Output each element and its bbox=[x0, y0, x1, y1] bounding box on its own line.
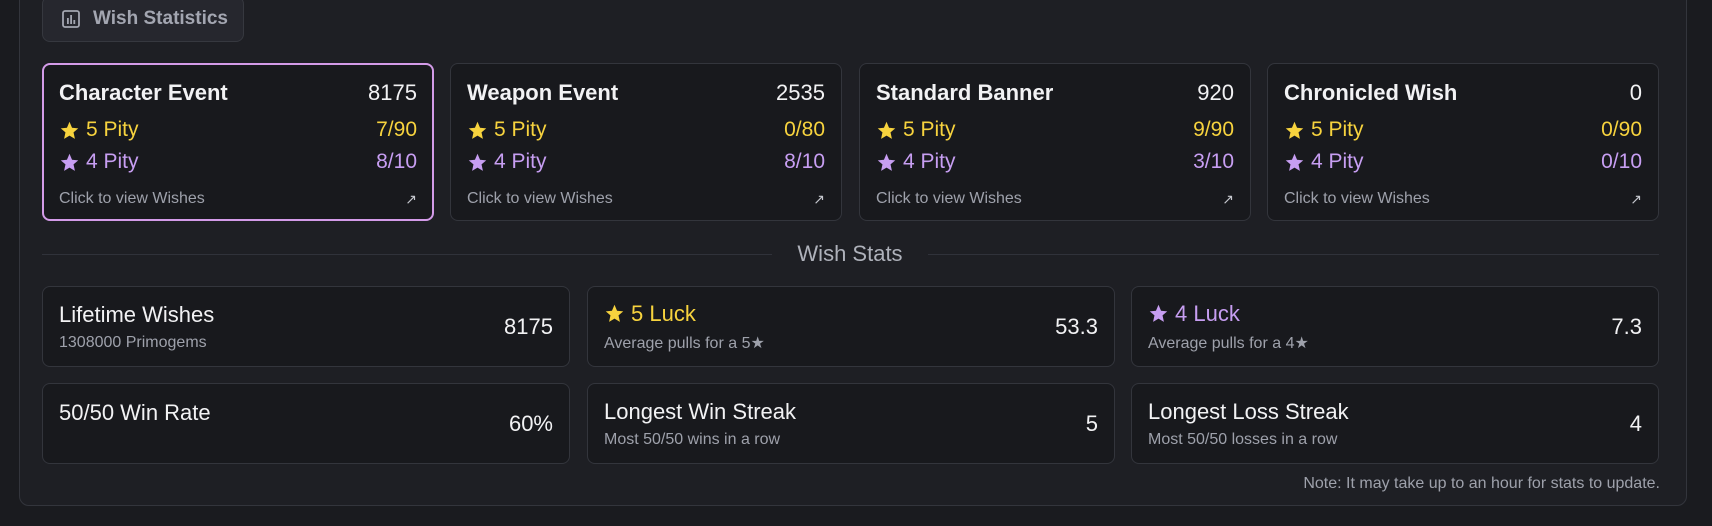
star-icon bbox=[877, 153, 896, 171]
stat-title: Lifetime Wishes bbox=[59, 301, 215, 327]
banner-wish-count: 8175 bbox=[368, 80, 417, 105]
view-wishes-link[interactable]: Click to view Wishes bbox=[59, 190, 205, 208]
stat-subtitle: 1308000 Primogems bbox=[59, 333, 207, 351]
stat-subtitle: Average pulls for a 4★ bbox=[1148, 334, 1309, 352]
pity4-value: 3/10 bbox=[1193, 150, 1234, 173]
tab-label: Wish Statistics bbox=[93, 8, 228, 29]
stat-title: 50/50 Win Rate bbox=[59, 400, 211, 425]
pity5-value: 0/80 bbox=[784, 118, 825, 141]
banner-wish-count: 0 bbox=[1629, 80, 1642, 105]
banner-title: Chronicled Wish bbox=[1284, 80, 1458, 105]
pity4-label: 4 Pity bbox=[494, 150, 547, 173]
pity5-value: 9/90 bbox=[1193, 118, 1234, 141]
update-note: Note: It may take up to an hour for stat… bbox=[1303, 475, 1660, 492]
star-icon bbox=[877, 121, 896, 139]
stat-card-lifetime-wishes: Lifetime Wishes 1308000 Primogems 8175 bbox=[42, 286, 570, 367]
stat-card-win-rate: 50/50 Win Rate 60% bbox=[42, 383, 570, 464]
arrow-up-right-icon: ↗ bbox=[405, 190, 417, 207]
star-icon bbox=[1149, 304, 1168, 322]
star-icon bbox=[468, 121, 487, 139]
stat-card-longest-loss-streak: Longest Loss Streak Most 50/50 losses in… bbox=[1131, 383, 1659, 464]
pity4-label: 4 Pity bbox=[903, 150, 956, 173]
arrow-up-right-icon: ↗ bbox=[1630, 190, 1642, 207]
stat-card-5-luck: 5 Luck Average pulls for a 5★ 53.3 bbox=[587, 286, 1115, 367]
stat-subtitle: Average pulls for a 5★ bbox=[604, 334, 765, 352]
stat-value: 5 bbox=[1085, 410, 1098, 436]
stat-subtitle: Most 50/50 losses in a row bbox=[1148, 430, 1338, 448]
banner-wish-count: 920 bbox=[1197, 80, 1234, 105]
wish-statistics-tab[interactable]: Wish Statistics bbox=[42, 0, 244, 42]
view-wishes-link[interactable]: Click to view Wishes bbox=[467, 190, 613, 208]
stat-value: 4 bbox=[1629, 410, 1642, 436]
pity5-value: 7/90 bbox=[376, 118, 417, 141]
stat-card-longest-win-streak: Longest Win Streak Most 50/50 wins in a … bbox=[587, 383, 1115, 464]
star-icon bbox=[605, 304, 624, 322]
stat-title: Longest Win Streak bbox=[604, 398, 796, 424]
banner-card-weapon-event[interactable]: Weapon Event 2535 5 Pity 0/80 4 Pity 8/1… bbox=[450, 63, 842, 221]
banner-title: Standard Banner bbox=[876, 80, 1054, 105]
banner-wish-count: 2535 bbox=[776, 80, 825, 105]
banner-card-character-event[interactable]: Character Event 8175 5 Pity 7/90 4 Pity … bbox=[42, 63, 434, 221]
bar-chart-icon bbox=[62, 10, 80, 28]
stat-value: 60% bbox=[508, 410, 553, 436]
arrow-up-right-icon: ↗ bbox=[813, 190, 825, 207]
stat-title: Longest Loss Streak bbox=[1148, 398, 1349, 424]
pity4-value: 8/10 bbox=[376, 150, 417, 173]
star-icon bbox=[1285, 153, 1304, 171]
stat-value: 7.3 bbox=[1611, 313, 1642, 339]
pity5-value: 0/90 bbox=[1601, 118, 1642, 141]
banner-title: Weapon Event bbox=[467, 80, 619, 105]
star-icon bbox=[1285, 121, 1304, 139]
view-wishes-link[interactable]: Click to view Wishes bbox=[1284, 190, 1430, 208]
pity5-label: 5 Pity bbox=[86, 118, 139, 141]
banner-card-chronicled-wish[interactable]: Chronicled Wish 0 5 Pity 0/90 4 Pity 0/1… bbox=[1267, 63, 1659, 221]
pity4-label: 4 Pity bbox=[86, 150, 139, 173]
stat-title: 5 Luck bbox=[631, 300, 696, 326]
pity5-label: 5 Pity bbox=[1311, 118, 1364, 141]
stat-value: 8175 bbox=[504, 313, 553, 339]
pity4-value: 8/10 bbox=[784, 150, 825, 173]
banner-title: Character Event bbox=[59, 80, 228, 105]
section-title: Wish Stats bbox=[772, 240, 928, 268]
stat-card-4-luck: 4 Luck Average pulls for a 4★ 7.3 bbox=[1131, 286, 1659, 367]
star-icon bbox=[60, 153, 79, 171]
stat-value: 53.3 bbox=[1055, 313, 1098, 339]
view-wishes-link[interactable]: Click to view Wishes bbox=[876, 190, 1022, 208]
pity4-value: 0/10 bbox=[1601, 150, 1642, 173]
stat-subtitle: Most 50/50 wins in a row bbox=[604, 430, 781, 448]
stat-title: 4 Luck bbox=[1175, 300, 1240, 326]
pity5-label: 5 Pity bbox=[494, 118, 547, 141]
arrow-up-right-icon: ↗ bbox=[1222, 190, 1234, 207]
pity5-label: 5 Pity bbox=[903, 118, 956, 141]
banner-card-standard-banner[interactable]: Standard Banner 920 5 Pity 9/90 4 Pity 3… bbox=[859, 63, 1251, 221]
pity4-label: 4 Pity bbox=[1311, 150, 1364, 173]
star-icon bbox=[468, 153, 487, 171]
star-icon bbox=[60, 121, 79, 139]
